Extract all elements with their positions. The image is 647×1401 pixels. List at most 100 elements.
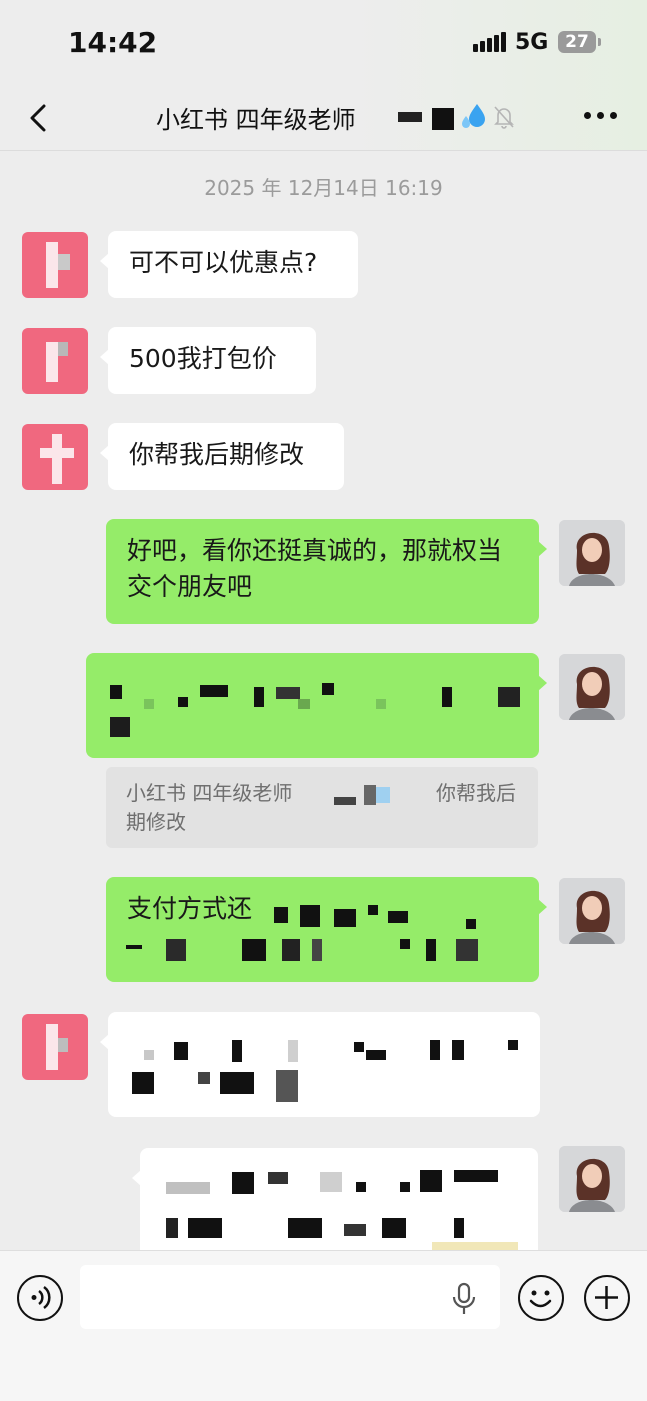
status-bar: 14:42 5G 27	[0, 0, 647, 88]
contact-avatar[interactable]	[22, 424, 88, 490]
redacted-block	[298, 699, 310, 709]
plus-icon[interactable]	[584, 1275, 630, 1321]
redacted-block	[178, 697, 188, 707]
redacted-block	[144, 1050, 154, 1060]
redacted-block	[232, 1040, 242, 1062]
redacted-block	[166, 1182, 210, 1194]
network-type: 5G	[515, 30, 549, 55]
redacted-block	[398, 112, 422, 122]
redacted-block	[442, 687, 452, 707]
redacted-block	[354, 1042, 364, 1052]
redacted-block	[452, 1040, 464, 1060]
redacted-block	[454, 1218, 464, 1238]
redacted-block	[426, 939, 436, 961]
quote-sender: 小红书 四年级老师	[126, 781, 293, 805]
redacted-block	[144, 699, 154, 709]
voice-mode-icon[interactable]	[17, 1275, 63, 1321]
redacted-block	[288, 1218, 322, 1238]
redacted-block	[334, 797, 356, 805]
redacted-block	[466, 919, 476, 929]
redacted-block	[254, 687, 264, 707]
redacted-block	[344, 1224, 366, 1236]
quote-text: 你帮我后	[436, 781, 516, 805]
message-text: 你帮我后期修改	[129, 440, 305, 469]
sent-message[interactable]	[86, 653, 547, 758]
redacted-block	[430, 1040, 440, 1060]
emoji-icon[interactable]	[518, 1275, 564, 1321]
user-avatar[interactable]	[559, 878, 625, 944]
redacted-block	[312, 939, 322, 961]
redacted-block	[132, 1072, 154, 1094]
redacted-block	[366, 1050, 386, 1060]
redacted-block	[432, 108, 454, 130]
message-text: 可不可以优惠点?	[129, 248, 318, 277]
redacted-block	[200, 685, 228, 697]
redacted-block	[498, 687, 520, 707]
quoted-message[interactable]: 小红书 四年级老师 你帮我后 期修改	[106, 767, 538, 848]
microphone-icon[interactable]	[450, 1282, 478, 1316]
redacted-block	[110, 685, 122, 699]
message-text: 好吧，看你还挺真诚的，那就权当交个朋友吧	[127, 536, 503, 601]
redacted-block	[220, 1072, 254, 1094]
received-message[interactable]	[100, 1012, 540, 1117]
bell-off-icon	[494, 106, 514, 129]
clock: 14:42	[68, 26, 158, 59]
redacted-block	[110, 717, 130, 737]
redacted-block	[276, 1070, 298, 1102]
redacted-block	[400, 1182, 410, 1192]
redacted-block	[276, 687, 300, 699]
chevron-left-icon[interactable]	[22, 100, 58, 136]
redacted-block	[300, 905, 320, 927]
received-message[interactable]: 可不可以优惠点?	[100, 231, 358, 298]
redacted-block	[382, 1218, 406, 1238]
ellipsis-icon[interactable]	[584, 112, 618, 122]
message-text: 支付方式还	[127, 894, 253, 923]
redacted-block	[166, 1218, 178, 1238]
message-text: 500我打包价	[129, 344, 277, 373]
message-input[interactable]	[80, 1265, 500, 1329]
input-bar	[0, 1250, 647, 1401]
redacted-block	[334, 909, 356, 927]
redacted-block	[400, 939, 410, 949]
redacted-block	[420, 1170, 442, 1192]
user-avatar[interactable]	[559, 1146, 625, 1212]
contact-avatar[interactable]	[22, 328, 88, 394]
received-message[interactable]: 500我打包价	[100, 327, 316, 394]
received-message[interactable]: 你帮我后期修改	[100, 423, 344, 490]
redacted-block	[368, 905, 378, 915]
message-timestamp: 2025 年 12月14日 16:19	[204, 176, 443, 200]
sent-message[interactable]	[132, 1148, 538, 1258]
battery-icon: 27	[558, 31, 601, 53]
redacted-block	[126, 945, 142, 949]
redacted-block	[508, 1040, 518, 1050]
redacted-block	[388, 911, 408, 923]
redacted-block	[356, 1182, 366, 1192]
user-avatar[interactable]	[559, 520, 625, 586]
redacted-block	[282, 939, 300, 961]
quote-text-tail: 期修改	[126, 810, 186, 834]
chat-header: 小红书 四年级老师	[0, 88, 647, 151]
redacted-block	[320, 1172, 342, 1192]
redacted-block	[166, 939, 186, 961]
redacted-block	[376, 787, 390, 803]
redacted-block	[268, 1172, 288, 1184]
redacted-block	[364, 785, 376, 805]
redacted-block	[188, 1218, 222, 1238]
sent-message[interactable]: 支付方式还	[106, 877, 547, 982]
signal-icon	[473, 32, 507, 52]
contact-avatar[interactable]	[22, 232, 88, 298]
redacted-block	[456, 939, 478, 961]
redacted-block	[288, 1040, 298, 1062]
user-avatar[interactable]	[559, 654, 625, 720]
redacted-block	[198, 1072, 210, 1084]
sent-message[interactable]: 好吧，看你还挺真诚的，那就权当交个朋友吧	[106, 519, 547, 624]
contact-avatar[interactable]	[22, 1014, 88, 1080]
redacted-block	[274, 907, 288, 923]
water-drops-icon	[462, 104, 485, 128]
redacted-block	[242, 939, 266, 961]
redacted-block	[322, 683, 334, 695]
chat-title[interactable]: 小红书 四年级老师	[156, 100, 356, 135]
redacted-block	[454, 1170, 498, 1182]
redacted-block	[232, 1172, 254, 1194]
redacted-block	[376, 699, 386, 709]
